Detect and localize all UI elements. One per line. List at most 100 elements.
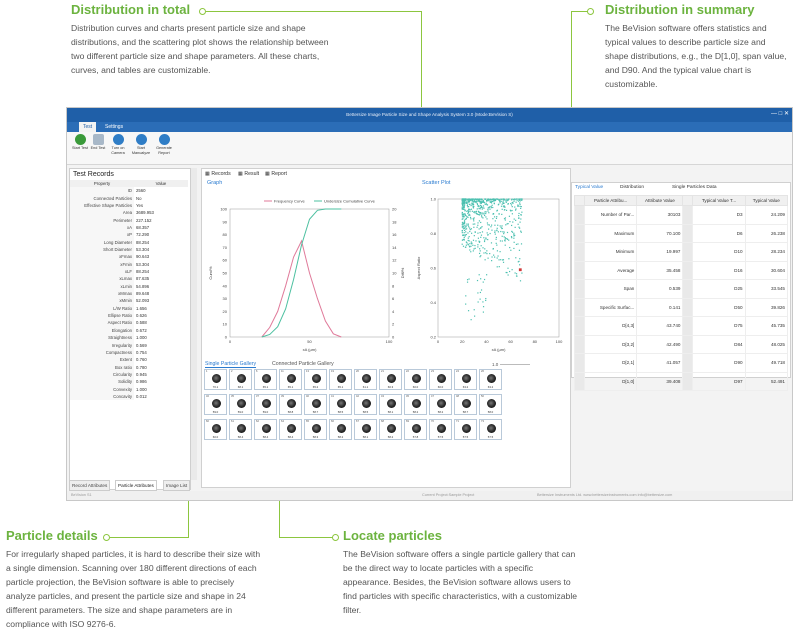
- end-test-button[interactable]: End Test: [87, 134, 109, 151]
- gallery-cell[interactable]: 39 58.8: [279, 394, 302, 415]
- property-row[interactable]: Perimeter 227.152: [70, 216, 188, 225]
- gallery-cell[interactable]: 6 65.1: [254, 369, 277, 390]
- property-row[interactable]: Convexity 1.000: [70, 385, 188, 393]
- gallery-cell[interactable]: 20 61.1: [354, 369, 377, 390]
- property-row[interactable]: Aspect Ratio 0.588: [70, 319, 188, 327]
- generate-report-button[interactable]: Generate Report: [153, 134, 175, 156]
- column-header-typical-value[interactable]: Typical Value: [744, 195, 789, 206]
- gallery-cell[interactable]: 22 60.0: [404, 369, 427, 390]
- column-header-value[interactable]: Value: [134, 180, 188, 188]
- property-row[interactable]: Box ratio 0.780: [70, 363, 188, 371]
- typical-value-row[interactable]: Specific Surfac... 0.141 D50 39.826: [574, 297, 789, 317]
- property-row[interactable]: Elongation 0.672: [70, 326, 188, 335]
- property-row[interactable]: Straightness 1.000: [70, 334, 188, 342]
- gallery-cell[interactable]: 23 60.0: [429, 369, 452, 390]
- gallery-cell[interactable]: 37 59.0: [254, 394, 277, 415]
- property-row[interactable]: L/W Ratio 1.656: [70, 304, 188, 313]
- gallery-cell[interactable]: 32 59.0: [204, 394, 227, 415]
- tab-single-particles-data[interactable]: Single Particles Data: [672, 185, 717, 190]
- typical-value-row[interactable]: Maximum 70.100 D6 26.238: [574, 223, 789, 243]
- gallery-cell[interactable]: 69 57.8: [404, 419, 427, 440]
- gallery-cell[interactable]: 24 63.2: [454, 369, 477, 390]
- property-row[interactable]: Compactness 0.754: [70, 348, 188, 357]
- column-header-typical-value-type[interactable]: Typical Value T...: [692, 195, 746, 206]
- property-row[interactable]: Long Diameter 88.254: [70, 238, 188, 247]
- gallery-cell[interactable]: 41 58.5: [329, 394, 352, 415]
- typical-value-row[interactable]: Average 35.458 D16 30.604: [574, 260, 789, 280]
- gallery-cell[interactable]: 67 58.1: [354, 419, 377, 440]
- tab-image-list[interactable]: Image List: [163, 480, 191, 491]
- typical-value-row[interactable]: D[4,3] 43.740 D75 45.735: [574, 316, 789, 336]
- property-row[interactable]: xMmax 89.648: [70, 290, 188, 298]
- gallery-cell[interactable]: 26 63.2: [479, 369, 502, 390]
- property-row[interactable]: Effective Shape Particles Yes: [70, 201, 188, 210]
- property-row[interactable]: xFmax 90.643: [70, 253, 188, 261]
- tab-typical-value[interactable]: Typical Value: [575, 185, 603, 190]
- typical-value-row[interactable]: D[3,2] 42.490 D84 48.025: [574, 334, 789, 354]
- gallery-cell[interactable]: 21 60.3: [379, 369, 402, 390]
- property-row[interactable]: xP 72.290: [70, 231, 188, 239]
- property-row[interactable]: Concavity 0.012: [70, 392, 188, 401]
- property-row[interactable]: xLF 88.254: [70, 268, 188, 276]
- property-row[interactable]: xLmax 87.635: [70, 275, 188, 283]
- typical-value-row[interactable]: Span 0.539 D25 33.545: [574, 279, 789, 299]
- gallery-cell[interactable]: 60 60.0: [204, 419, 227, 440]
- property-row[interactable]: Area 3689.953: [70, 209, 188, 217]
- gallery-cell[interactable]: 68 58.2: [379, 419, 402, 440]
- tab-records[interactable]: ▦ Records: [205, 171, 231, 177]
- gallery-cell[interactable]: 40 58.7: [304, 394, 327, 415]
- tab-record-attributes[interactable]: Record Attributes: [69, 480, 111, 491]
- start-manualyze-button[interactable]: Start Manualyze: [130, 134, 152, 156]
- tab-result[interactable]: ▦ Result: [238, 171, 259, 177]
- property-row[interactable]: Solidity 0.986: [70, 378, 188, 386]
- gallery-cell[interactable]: 73 57.5: [479, 419, 502, 440]
- gallery-cell[interactable]: 19 65.1: [329, 369, 352, 390]
- gallery-cell[interactable]: 2 68.1: [229, 369, 252, 390]
- gallery-cell[interactable]: 47 58.2: [429, 394, 452, 415]
- gallery-cell[interactable]: 71 57.5: [454, 419, 477, 440]
- property-row[interactable]: Extent 0.760: [70, 356, 188, 364]
- gallery-cell[interactable]: 42 58.5: [354, 394, 377, 415]
- gallery-cell[interactable]: 64 58.4: [279, 419, 302, 440]
- gallery-cell[interactable]: 1 70.1: [204, 369, 227, 390]
- property-row[interactable]: Short Diameter 53.304: [70, 246, 188, 254]
- tab-connected-particle-gallery[interactable]: Connected Particle Gallery: [272, 361, 334, 367]
- property-row[interactable]: xFmin 53.304: [70, 260, 188, 269]
- property-row[interactable]: xMmin 52.093: [70, 297, 188, 305]
- column-header-property[interactable]: Property: [70, 180, 134, 188]
- property-row[interactable]: Irregularity 0.569: [70, 341, 188, 349]
- gallery-cell[interactable]: 50 58.0: [479, 394, 502, 415]
- gallery-cell[interactable]: 35 59.0: [229, 394, 252, 415]
- typical-value-row[interactable]: D[2,1] 41.057 D90 49.718: [574, 353, 789, 373]
- typical-value-row[interactable]: Minimum 19.997 D10 28.234: [574, 242, 789, 262]
- column-header-attribute-value[interactable]: Attribute Value: [636, 195, 684, 206]
- gallery-cell[interactable]: 65 58.3: [304, 419, 327, 440]
- tab-settings[interactable]: Settings: [101, 122, 127, 132]
- left-scrollbar[interactable]: [191, 168, 197, 480]
- property-row[interactable]: Circularity 0.945: [70, 370, 188, 379]
- tab-report[interactable]: ▦ Report: [265, 171, 287, 177]
- typical-value-row[interactable]: D[1,0] 39.408 D97 52.491: [574, 371, 789, 391]
- tab-test[interactable]: Test: [79, 122, 97, 132]
- property-row[interactable]: xLmin 54.896: [70, 282, 188, 291]
- window-controls[interactable]: — □ ✕: [771, 110, 789, 117]
- gallery-cell[interactable]: 70 57.5: [429, 419, 452, 440]
- turn-on-camera-button[interactable]: Turn on Camera: [107, 134, 129, 156]
- typical-value-row[interactable]: Number of Par... 30103 D3 24.209: [574, 205, 789, 225]
- gallery-zoom[interactable]: 1.0: [492, 362, 530, 367]
- gallery-cell[interactable]: 45 58.2: [404, 394, 427, 415]
- column-header-particle-attribute[interactable]: Particle Attribu...: [583, 195, 638, 206]
- property-row[interactable]: xA 68.357: [70, 224, 188, 232]
- tab-distribution[interactable]: Distribution: [620, 185, 644, 190]
- gallery-cell[interactable]: 48 58.7: [454, 394, 477, 415]
- gallery-cell[interactable]: 43 58.1: [379, 394, 402, 415]
- property-row[interactable]: ID 2560: [70, 187, 188, 195]
- tab-particle-attributes[interactable]: Particle Attributes: [115, 480, 157, 491]
- zoom-slider[interactable]: [499, 364, 530, 366]
- property-row[interactable]: Ellipse Ratio 0.626: [70, 312, 188, 320]
- tab-single-particle-gallery[interactable]: Single Particle Gallery: [205, 361, 257, 368]
- gallery-cell[interactable]: 13 65.2: [304, 369, 327, 390]
- gallery-cell[interactable]: 66 58.2: [329, 419, 352, 440]
- gallery-cell[interactable]: 11 65.1: [279, 369, 302, 390]
- property-row[interactable]: Connected Particles No: [70, 194, 188, 202]
